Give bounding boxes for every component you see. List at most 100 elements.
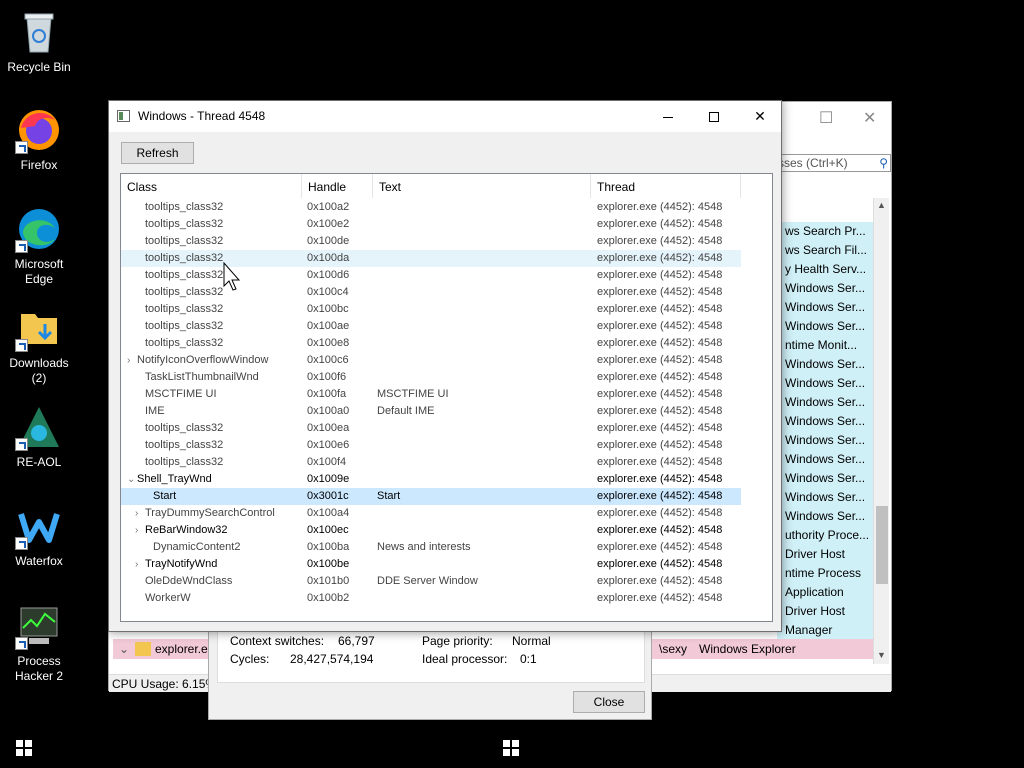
chevron-down-icon[interactable]: ▼	[877, 650, 886, 660]
table-row[interactable]: OleDdeWndClass 0x101b0 DDE Server Window ex…	[121, 573, 772, 590]
list-item[interactable]: Windows Ser...	[777, 488, 877, 507]
chevron-up-icon[interactable]: ▲	[877, 200, 886, 210]
table-row[interactable]: › NotifyIconOverflowWindow 0x100c6 explorer…	[121, 352, 772, 369]
chevron-right-icon[interactable]: ›	[135, 522, 145, 539]
list-item[interactable]: uthority Proce...	[777, 526, 877, 545]
list-item[interactable]: Windows Ser...	[777, 355, 877, 374]
title-bar[interactable]: Windows - Thread 4548 ✕	[109, 101, 781, 132]
chevron-right-icon[interactable]: ›	[127, 352, 137, 369]
class-name: tooltips_class32	[145, 320, 224, 332]
table-row[interactable]: › TrayNotifyWnd 0x100be explorer.exe (4452)…	[121, 556, 772, 573]
table-row[interactable]: tooltips_class32 0x100a2 explorer.exe (445…	[121, 199, 772, 216]
close-button[interactable]: Close	[573, 691, 645, 713]
scrollbar[interactable]: ▲ ▼	[873, 198, 889, 664]
close-icon: ✕	[754, 108, 766, 124]
refresh-button[interactable]: Refresh	[121, 142, 194, 164]
minimize-button[interactable]	[645, 101, 691, 132]
thread-cell: explorer.exe (4452): 4548	[597, 575, 723, 587]
desktop-icon-process-hacker[interactable]: Process Hacker 2	[4, 602, 74, 684]
column-header-class[interactable]: Class	[121, 174, 302, 198]
windows-tree-list[interactable]: Class Handle Text Thread tooltips_class3…	[120, 173, 773, 622]
list-item[interactable]: Manager	[777, 621, 877, 640]
table-row[interactable]: tooltips_class32 0x100d6 explorer.exe (445…	[121, 267, 772, 284]
class-cell: IME	[127, 403, 301, 420]
scrollbar-thumb[interactable]	[876, 506, 888, 584]
chevron-right-icon[interactable]: ›	[135, 556, 145, 573]
column-header-text[interactable]: Text	[373, 174, 591, 198]
class-name: TrayNotifyWnd	[145, 558, 218, 570]
chevron-right-icon[interactable]: ›	[135, 505, 145, 522]
desktop-icon-re-aol[interactable]: RE-AOL	[4, 403, 74, 470]
list-item[interactable]: Windows Ser...	[777, 374, 877, 393]
column-header-thread[interactable]: Thread	[591, 174, 741, 198]
list-item[interactable]: Windows Ser...	[777, 469, 877, 488]
class-name: tooltips_class32	[145, 422, 224, 434]
thread-cell: explorer.exe (4452): 4548	[597, 337, 723, 349]
list-item[interactable]: ntime Monit...	[777, 336, 877, 355]
class-name: Start	[153, 490, 177, 502]
list-item[interactable]: Windows Ser...	[777, 412, 877, 431]
close-button[interactable]: ✕	[737, 101, 783, 132]
table-row[interactable]: tooltips_class32 0x100bc explorer.exe (445…	[121, 301, 772, 318]
desktop-icon-recycle-bin[interactable]: Recycle Bin	[4, 8, 74, 75]
list-item[interactable]: Driver Host	[777, 602, 877, 621]
list-item[interactable]: Windows Ser...	[777, 279, 877, 298]
table-row[interactable]: tooltips_class32 0x100ea explorer.exe (445…	[121, 420, 772, 437]
list-item[interactable]: Windows Ser...	[777, 317, 877, 336]
table-row[interactable]: tooltips_class32 0x100f4 explorer.exe (445…	[121, 454, 772, 471]
table-row[interactable]: IME 0x100a0 Default IME explorer.exe (4452)…	[121, 403, 772, 420]
search-icon[interactable]: ⚲	[879, 156, 888, 170]
list-item[interactable]: ntime Process	[777, 564, 877, 583]
handle-cell: 0x100a4	[307, 507, 350, 519]
table-row[interactable]: MSCTFIME UI 0x100fa MSCTFIME UI explorer.ex…	[121, 386, 772, 403]
table-row[interactable]: DynamicContent2 0x100ba News and interests…	[121, 539, 772, 556]
table-row[interactable]: tooltips_class32 0x100da explorer.exe (445…	[121, 250, 741, 267]
maximize-button[interactable]	[691, 101, 737, 132]
start-icon[interactable]	[16, 740, 32, 756]
desktop-icon-firefox[interactable]: Firefox	[4, 106, 74, 173]
table-row[interactable]: WorkerW 0x100b2 explorer.exe (4452): 4548	[121, 590, 772, 607]
handle-cell: 0x100ec	[307, 524, 349, 536]
handle-cell: 0x100b2	[307, 592, 350, 604]
class-cell: tooltips_class32	[127, 437, 301, 454]
start-icon[interactable]	[503, 740, 519, 756]
list-item[interactable]: Windows Ser...	[777, 431, 877, 450]
table-row[interactable]: tooltips_class32 0x100c4 explorer.exe (445…	[121, 284, 772, 301]
handle-cell: 0x100e2	[307, 218, 350, 230]
chevron-down-icon[interactable]: ⌄	[119, 639, 129, 659]
list-item[interactable]: ws Search Fil...	[777, 241, 877, 260]
thread-cell: explorer.exe (4452): 4548	[597, 405, 723, 417]
desktop-icon-waterfox[interactable]: Waterfox	[4, 502, 74, 569]
table-row[interactable]: Start 0x3001c Start explorer.exe (4452): 45…	[121, 488, 741, 505]
maximize-icon[interactable]: ☐	[819, 108, 833, 128]
handle-cell: 0x100be	[307, 558, 350, 570]
table-row[interactable]: › ReBarWindow32 0x100ec explorer.exe (4452)…	[121, 522, 772, 539]
list-item[interactable]: ws Search Pr...	[777, 222, 877, 241]
list-item[interactable]: Windows Ser...	[777, 507, 877, 526]
table-row[interactable]: tooltips_class32 0x100ae explorer.exe (445…	[121, 318, 772, 335]
search-input[interactable]: sses (Ctrl+K) ⚲	[773, 154, 891, 172]
column-header-handle[interactable]: Handle	[302, 174, 373, 198]
table-row[interactable]: tooltips_class32 0x100e2 explorer.exe (445…	[121, 216, 772, 233]
list-item[interactable]: y Health Serv...	[777, 260, 877, 279]
desktop-icon-downloads[interactable]: Downloads (2)	[4, 304, 74, 386]
list-item[interactable]: Windows Ser...	[777, 393, 877, 412]
context-switches-label: Context switches:	[230, 634, 325, 648]
mouse-cursor-icon	[223, 262, 241, 291]
shortcut-arrow-icon	[15, 339, 28, 352]
list-item[interactable]: Windows Ser...	[777, 298, 877, 317]
desktop-icon-edge[interactable]: Microsoft Edge	[4, 205, 74, 287]
process-hacker-icon	[15, 602, 63, 650]
search-placeholder: sses (Ctrl+K)	[778, 156, 848, 170]
table-row[interactable]: ⌄ Shell_TrayWnd 0x1009e explorer.exe (4452)…	[121, 471, 772, 488]
list-item[interactable]: Driver Host	[777, 545, 877, 564]
table-row[interactable]: tooltips_class32 0x100e8 explorer.exe (445…	[121, 335, 772, 352]
close-icon[interactable]: ✕	[863, 108, 876, 128]
table-row[interactable]: tooltips_class32 0x100e6 explorer.exe (445…	[121, 437, 772, 454]
table-row[interactable]: tooltips_class32 0x100de explorer.exe (445…	[121, 233, 772, 250]
chevron-down-icon[interactable]: ⌄	[127, 471, 137, 488]
list-item[interactable]: Application	[777, 583, 877, 602]
list-item[interactable]: Windows Ser...	[777, 450, 877, 469]
table-row[interactable]: TaskListThumbnailWnd 0x100f6 explorer.exe …	[121, 369, 772, 386]
table-row[interactable]: › TrayDummySearchControl 0x100a4 explorer.e…	[121, 505, 772, 522]
